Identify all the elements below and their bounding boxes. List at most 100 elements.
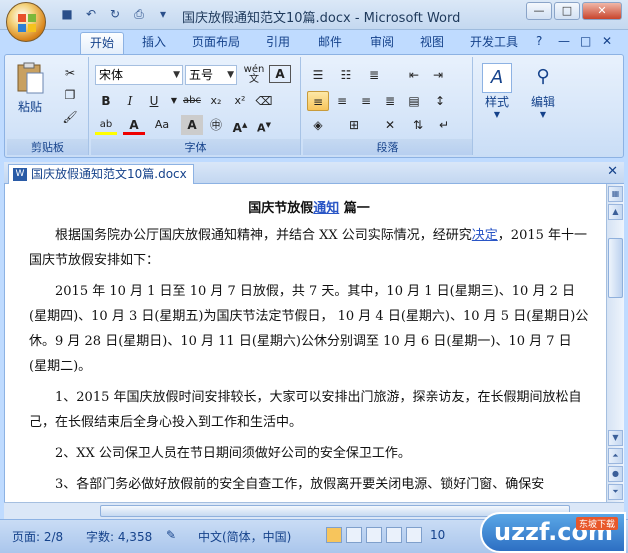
decrease-indent-icon[interactable]: ⇤ <box>403 65 425 85</box>
tab-review[interactable]: 审阅 <box>364 32 400 54</box>
grow-font-icon[interactable]: A▲ <box>229 115 251 135</box>
close-button[interactable]: ✕ <box>582 2 622 20</box>
zoom-level[interactable]: 10 <box>430 528 445 542</box>
copy-icon[interactable]: ❐ <box>59 85 81 105</box>
superscript-icon[interactable]: x² <box>229 91 251 111</box>
increase-indent-icon[interactable]: ⇥ <box>427 65 449 85</box>
strikethrough-icon[interactable]: abc <box>181 91 203 111</box>
web-layout-view-icon[interactable] <box>366 527 382 543</box>
tab-insert[interactable]: 插入 <box>136 32 172 54</box>
minimize-button[interactable]: — <box>526 2 552 20</box>
paragraph-1: 根据国务院办公厅国庆放假通知精神，并结合 XX 公司实际情况，经研究决定，201… <box>29 223 589 273</box>
document-tab[interactable]: W 国庆放假通知范文10篇.docx <box>8 164 194 184</box>
draft-view-icon[interactable] <box>406 527 422 543</box>
font-name-value: 宋体 <box>99 68 124 82</box>
paste-button[interactable]: 粘贴 <box>11 61 49 115</box>
ribbon-close-icon[interactable]: ✕ <box>602 34 612 48</box>
previous-page-icon[interactable]: ⏶ <box>608 448 623 464</box>
ruler-toggle-icon[interactable]: ▦ <box>608 186 623 202</box>
word-count[interactable]: 字数: 4,358 <box>86 528 152 545</box>
tab-view[interactable]: 视图 <box>414 32 450 54</box>
justify-icon[interactable]: ≣ <box>379 91 401 111</box>
character-border-icon[interactable]: A <box>269 65 291 83</box>
line-spacing-icon[interactable]: ↕ <box>429 91 451 111</box>
distributed-icon[interactable]: ▤ <box>403 91 425 111</box>
page-indicator[interactable]: 页面: 2/8 <box>12 528 63 545</box>
tab-references[interactable]: 引用 <box>260 32 296 54</box>
align-right-icon[interactable]: ≡ <box>355 91 377 111</box>
next-page-icon[interactable]: ⏷ <box>608 484 623 500</box>
save-icon[interactable]: ■ <box>58 6 76 22</box>
ribbon-minimize-icon[interactable]: — <box>558 34 570 48</box>
font-size-value: 五号 <box>189 68 214 82</box>
align-left-icon[interactable]: ≡ <box>307 91 329 111</box>
clear-formatting-icon[interactable]: ⌫ <box>253 91 275 111</box>
font-name-select[interactable]: 宋体 ▼ <box>95 65 183 85</box>
bullets-icon[interactable]: ☰ <box>307 65 329 85</box>
word-doc-icon: W <box>13 168 27 181</box>
shading-icon[interactable]: ◈ <box>307 115 329 135</box>
spelling-check-icon[interactable]: ✎ <box>166 528 176 542</box>
vertical-scrollbar[interactable]: ▦ ▲ ▼ ⏶ ● ⏷ <box>606 184 624 502</box>
italic-icon[interactable]: I <box>119 91 141 111</box>
numbering-icon[interactable]: ☷ <box>335 65 357 85</box>
scroll-thumb[interactable] <box>608 238 623 298</box>
cut-icon[interactable]: ✂ <box>59 63 81 83</box>
help-icon[interactable]: ? <box>536 34 542 48</box>
title-suffix: 篇一 <box>339 201 370 216</box>
print-layout-view-icon[interactable] <box>326 527 342 543</box>
underline-icon[interactable]: U <box>143 91 165 111</box>
tab-developer[interactable]: 开发工具 <box>464 32 524 54</box>
align-center-icon[interactable]: ≡ <box>331 91 353 111</box>
scroll-up-icon[interactable]: ▲ <box>608 204 623 220</box>
customize-qa-icon[interactable]: ▾ <box>154 6 172 22</box>
paragraph-group-label: 段落 <box>303 139 472 155</box>
multilevel-list-icon[interactable]: ≣ <box>363 65 385 85</box>
tab-mailings[interactable]: 邮件 <box>312 32 348 54</box>
phonetic-guide-wen: wén <box>243 64 265 75</box>
p1-link[interactable]: 决定 <box>472 228 498 243</box>
title-link[interactable]: 通知 <box>313 201 339 216</box>
scroll-down-icon[interactable]: ▼ <box>608 430 623 446</box>
phonetic-guide-icon[interactable]: wén 文 <box>243 65 265 85</box>
format-painter-icon[interactable]: 🖌 <box>59 107 81 127</box>
subscript-icon[interactable]: x₂ <box>205 91 227 111</box>
change-case-icon[interactable]: Aa <box>151 115 173 135</box>
enclose-characters-icon[interactable]: ㊥ <box>205 115 227 135</box>
font-size-select[interactable]: 五号 ▼ <box>185 65 237 85</box>
ribbon-restore-icon[interactable]: □ <box>580 34 591 48</box>
shrink-font-icon[interactable]: A▼ <box>253 115 275 135</box>
paragraph-4: 2、XX 公司保卫人员在节日期间须做好公司的安全保卫工作。 <box>55 446 411 461</box>
font-color-icon[interactable]: A <box>123 115 145 135</box>
group-font: 宋体 ▼ 五号 ▼ wén 文 A B I U ▼ abc x₂ x² ⌫ ab A … <box>91 57 301 155</box>
language-indicator[interactable]: 中文(简体，中国) <box>198 528 291 545</box>
chevron-down-icon: ▼ <box>539 110 547 119</box>
borders-icon[interactable]: ⊞ <box>343 115 365 135</box>
office-button[interactable] <box>6 2 46 42</box>
document-tab-bar: W 国庆放假通知范文10篇.docx ✕ <box>4 162 624 184</box>
bold-icon[interactable]: B <box>95 91 117 111</box>
site-watermark: uzzf.com 东坡下载 <box>480 512 626 553</box>
document-close-icon[interactable]: ✕ <box>607 164 618 179</box>
tab-page-layout[interactable]: 页面布局 <box>186 32 246 54</box>
undo-icon[interactable]: ↶ <box>82 6 100 22</box>
print-preview-icon[interactable]: ⎙ <box>130 6 148 22</box>
browse-object-icon[interactable]: ● <box>608 466 623 482</box>
styles-button[interactable]: A 样式 ▼ <box>477 63 517 119</box>
editing-button[interactable]: ⚲ 编辑 ▼ <box>521 63 565 119</box>
chevron-down-icon: ▼ <box>493 110 501 119</box>
chinese-layout-icon[interactable]: ✕ <box>379 115 401 135</box>
styles-icon: A <box>482 63 512 93</box>
redo-icon[interactable]: ↻ <box>106 6 124 22</box>
tab-home[interactable]: 开始 <box>80 32 124 54</box>
document-area[interactable]: 国庆节放假通知 篇一 根据国务院办公厅国庆放假通知精神，并结合 XX 公司实际情… <box>4 184 606 502</box>
show-marks-icon[interactable]: ↵ <box>433 115 455 135</box>
watermark-badge: 东坡下载 <box>575 517 618 530</box>
highlight-icon[interactable]: ab <box>95 115 117 135</box>
full-screen-view-icon[interactable] <box>346 527 362 543</box>
outline-view-icon[interactable] <box>386 527 402 543</box>
maximize-button[interactable]: □ <box>554 2 580 20</box>
character-shading-icon[interactable]: A <box>181 115 203 135</box>
p1-text: 根据国务院办公厅国庆放假通知精神，并结合 XX 公司实际情况，经研究 <box>55 228 472 243</box>
sort-icon[interactable]: ⇅ <box>407 115 429 135</box>
